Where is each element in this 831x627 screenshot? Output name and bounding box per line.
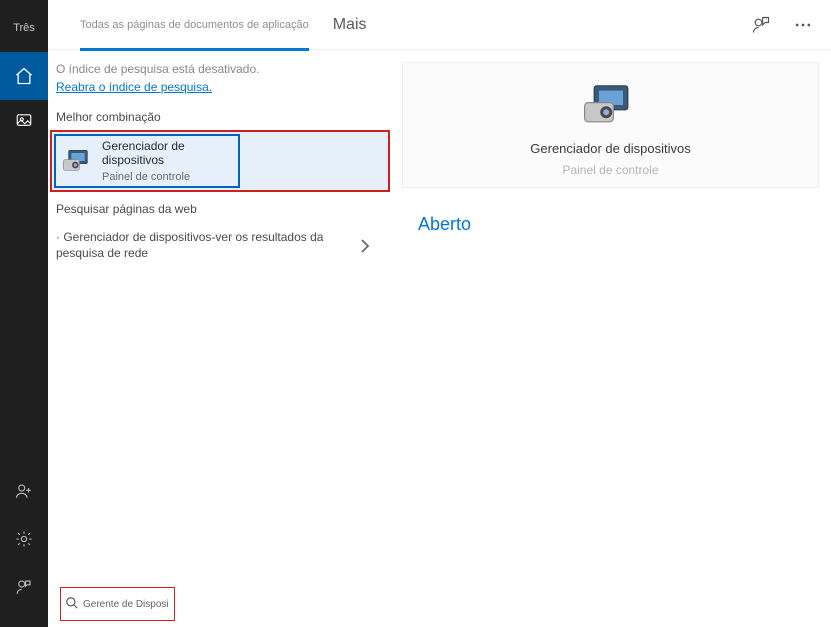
device-manager-small-icon [62, 145, 94, 177]
tab-all[interactable]: Todas as páginas de documentos de aplica… [68, 0, 321, 50]
open-action-label: Aberto [418, 214, 471, 234]
rail-feedback[interactable] [0, 563, 48, 611]
best-match-subtitle: Painel de controle [102, 171, 238, 183]
best-match-text: Gerenciador de dispositivos Painel de co… [102, 139, 238, 183]
photos-icon [13, 109, 35, 131]
preview-card: Gerenciador de dispositivos Painel de co… [402, 62, 819, 188]
web-search-item[interactable]: · Gerenciador de dispositivos-ver os res… [48, 222, 390, 269]
person-add-icon [13, 480, 35, 502]
home-icon [13, 65, 35, 87]
more-icon[interactable] [793, 15, 813, 35]
preview-subtitle: Painel de controle [562, 163, 658, 177]
rail-bottom-group [0, 467, 48, 627]
best-match-title: Gerenciador de dispositivos [102, 139, 238, 167]
web-search-item-text: · Gerenciador de dispositivos-ver os res… [56, 230, 360, 261]
best-match-row[interactable]: Gerenciador de dispositivos Painel de co… [50, 130, 390, 192]
rail-home-highlighted[interactable] [0, 52, 48, 100]
index-disabled-msg: O índice de pesquisa está desativado. [56, 62, 378, 76]
left-rail: Três [0, 0, 48, 627]
rail-add-user[interactable] [0, 467, 48, 515]
open-action-row[interactable]: Aberto [402, 206, 819, 243]
tab-more[interactable]: Mais [333, 16, 367, 34]
rail-app-icon-slot[interactable] [0, 100, 48, 140]
feedback-icon[interactable] [751, 15, 771, 35]
web-search-label: Pesquisar páginas da web [48, 192, 390, 222]
best-match-selected: Gerenciador de dispositivos Painel de co… [54, 134, 240, 188]
main-area: Todas as páginas de documentos de aplica… [48, 0, 831, 627]
tab-more-label: Mais [333, 16, 367, 33]
preview-column: Gerenciador de dispositivos Painel de co… [390, 50, 831, 627]
top-tabs: Todas as páginas de documentos de aplica… [48, 0, 831, 50]
rail-settings[interactable] [0, 515, 48, 563]
rail-top-label: Três [13, 22, 35, 34]
preview-title: Gerenciador de dispositivos [530, 141, 690, 157]
search-box[interactable] [60, 587, 175, 621]
results-column: O índice de pesquisa está desativado. Re… [48, 50, 390, 627]
gear-icon [13, 528, 35, 550]
best-match-label: Melhor combinação [48, 100, 390, 130]
reenable-index-link[interactable]: Reabra o índice de pesquisa. [56, 80, 212, 94]
tab-all-label: Todas as páginas de documentos de aplica… [80, 19, 309, 31]
chevron-right-icon [360, 239, 380, 253]
search-icon [65, 596, 81, 612]
search-input[interactable] [83, 599, 169, 610]
content-row: O índice de pesquisa está desativado. Re… [48, 50, 831, 627]
device-manager-large-icon [581, 81, 641, 129]
index-disabled-banner: O índice de pesquisa está desativado. Re… [48, 50, 390, 100]
feedback-person-icon [13, 576, 35, 598]
top-right-icons [751, 15, 813, 35]
